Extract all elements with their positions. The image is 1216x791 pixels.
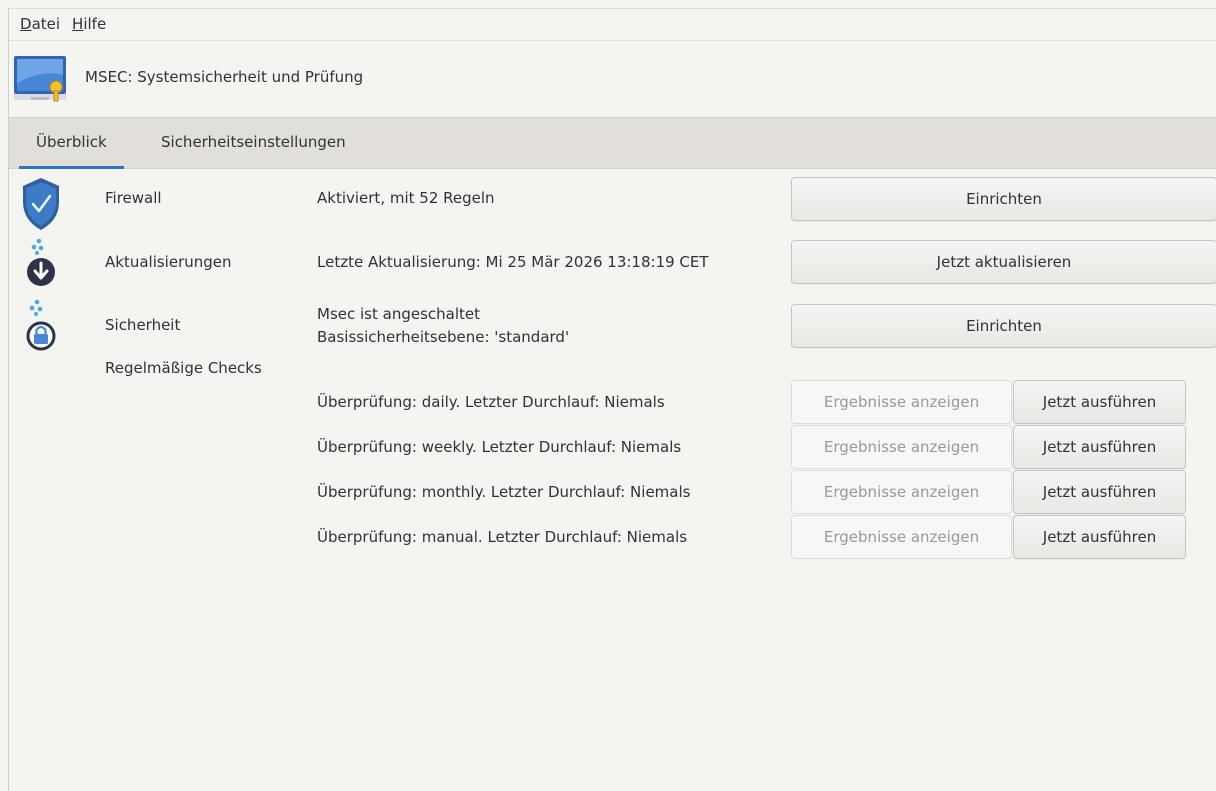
tab-bar: Überblick Sicherheitseinstellungen [9, 117, 1216, 169]
firewall-status: Aktiviert, mit 52 Regeln [317, 189, 495, 207]
run-daily-label: Jetzt ausführen [1042, 393, 1157, 411]
menu-datei-mnemonic: D [20, 15, 32, 33]
show-results-weekly-label: Ergebnisse anzeigen [823, 438, 980, 456]
run-manual-label: Jetzt ausführen [1042, 528, 1157, 546]
show-results-manual-button[interactable]: Ergebnisse anzeigen [791, 515, 1012, 559]
menu-datei-label: atei [31, 15, 61, 33]
firewall-label: Firewall [105, 189, 162, 207]
check-weekly-text: Überprüfung: weekly. Letzter Durchlauf: … [317, 438, 682, 456]
shield-check-icon [23, 178, 59, 230]
security-setup-button[interactable]: Einrichten [791, 304, 1216, 348]
tab-security-settings[interactable]: Sicherheitseinstellungen [144, 118, 363, 168]
updates-status: Letzte Aktualisierung: Mi 25 Mär 2026 13… [317, 253, 709, 271]
run-manual-button[interactable]: Jetzt ausführen [1013, 515, 1186, 559]
show-results-daily-label: Ergebnisse anzeigen [823, 393, 980, 411]
overview-panel: Firewall Aktiviert, mit 52 Regeln Einric… [9, 168, 1216, 791]
menu-hilfe-mnemonic: H [72, 15, 84, 33]
show-results-monthly-label: Ergebnisse anzeigen [823, 483, 980, 501]
security-label: Sicherheit [105, 316, 181, 334]
security-status-line1: Msec ist angeschaltet [317, 305, 481, 323]
update-now-button-label: Jetzt aktualisieren [936, 253, 1072, 271]
download-icon [27, 238, 55, 286]
menu-datei[interactable]: Datei [9, 15, 68, 33]
security-setup-button-label: Einrichten [966, 317, 1042, 335]
tab-overview[interactable]: Überblick [19, 118, 124, 169]
menu-hilfe-label: ilfe [83, 15, 107, 33]
firewall-setup-button[interactable]: Einrichten [791, 177, 1216, 221]
run-daily-button[interactable]: Jetzt ausführen [1013, 380, 1186, 424]
show-results-daily-button[interactable]: Ergebnisse anzeigen [791, 380, 1012, 424]
msec-window: Datei Hilfe MSEC: Systemsicherheit und P… [8, 8, 1216, 791]
periodic-checks-label: Regelmäßige Checks [105, 359, 262, 377]
check-manual-text: Überprüfung: manual. Letzter Durchlauf: … [317, 528, 688, 546]
run-monthly-button[interactable]: Jetzt ausführen [1013, 470, 1186, 514]
show-results-weekly-button[interactable]: Ergebnisse anzeigen [791, 425, 1012, 469]
run-monthly-label: Jetzt ausführen [1042, 483, 1157, 501]
monitor-lock-icon [14, 56, 66, 102]
check-daily-text: Überprüfung: daily. Letzter Durchlauf: N… [317, 393, 665, 411]
updates-label: Aktualisierungen [105, 253, 232, 271]
tab-overview-label: Überblick [36, 133, 107, 151]
app-title: MSEC: Systemsicherheit und Prüfung [85, 68, 364, 86]
check-monthly-text: Überprüfung: monthly. Letzter Durchlauf:… [317, 483, 691, 501]
show-results-monthly-button[interactable]: Ergebnisse anzeigen [791, 470, 1012, 514]
lock-icon [26, 299, 56, 351]
run-weekly-button[interactable]: Jetzt ausführen [1013, 425, 1186, 469]
update-now-button[interactable]: Jetzt aktualisieren [791, 240, 1216, 284]
menu-hilfe[interactable]: Hilfe [68, 15, 114, 33]
app-header: MSEC: Systemsicherheit und Prüfung [9, 41, 1216, 117]
run-weekly-label: Jetzt ausführen [1042, 438, 1157, 456]
security-status-line2: Basissicherheitsebene: 'standard' [317, 328, 570, 346]
tab-security-settings-label: Sicherheitseinstellungen [161, 133, 346, 151]
menubar: Datei Hilfe [9, 9, 1216, 39]
firewall-setup-button-label: Einrichten [966, 190, 1042, 208]
show-results-manual-label: Ergebnisse anzeigen [823, 528, 980, 546]
